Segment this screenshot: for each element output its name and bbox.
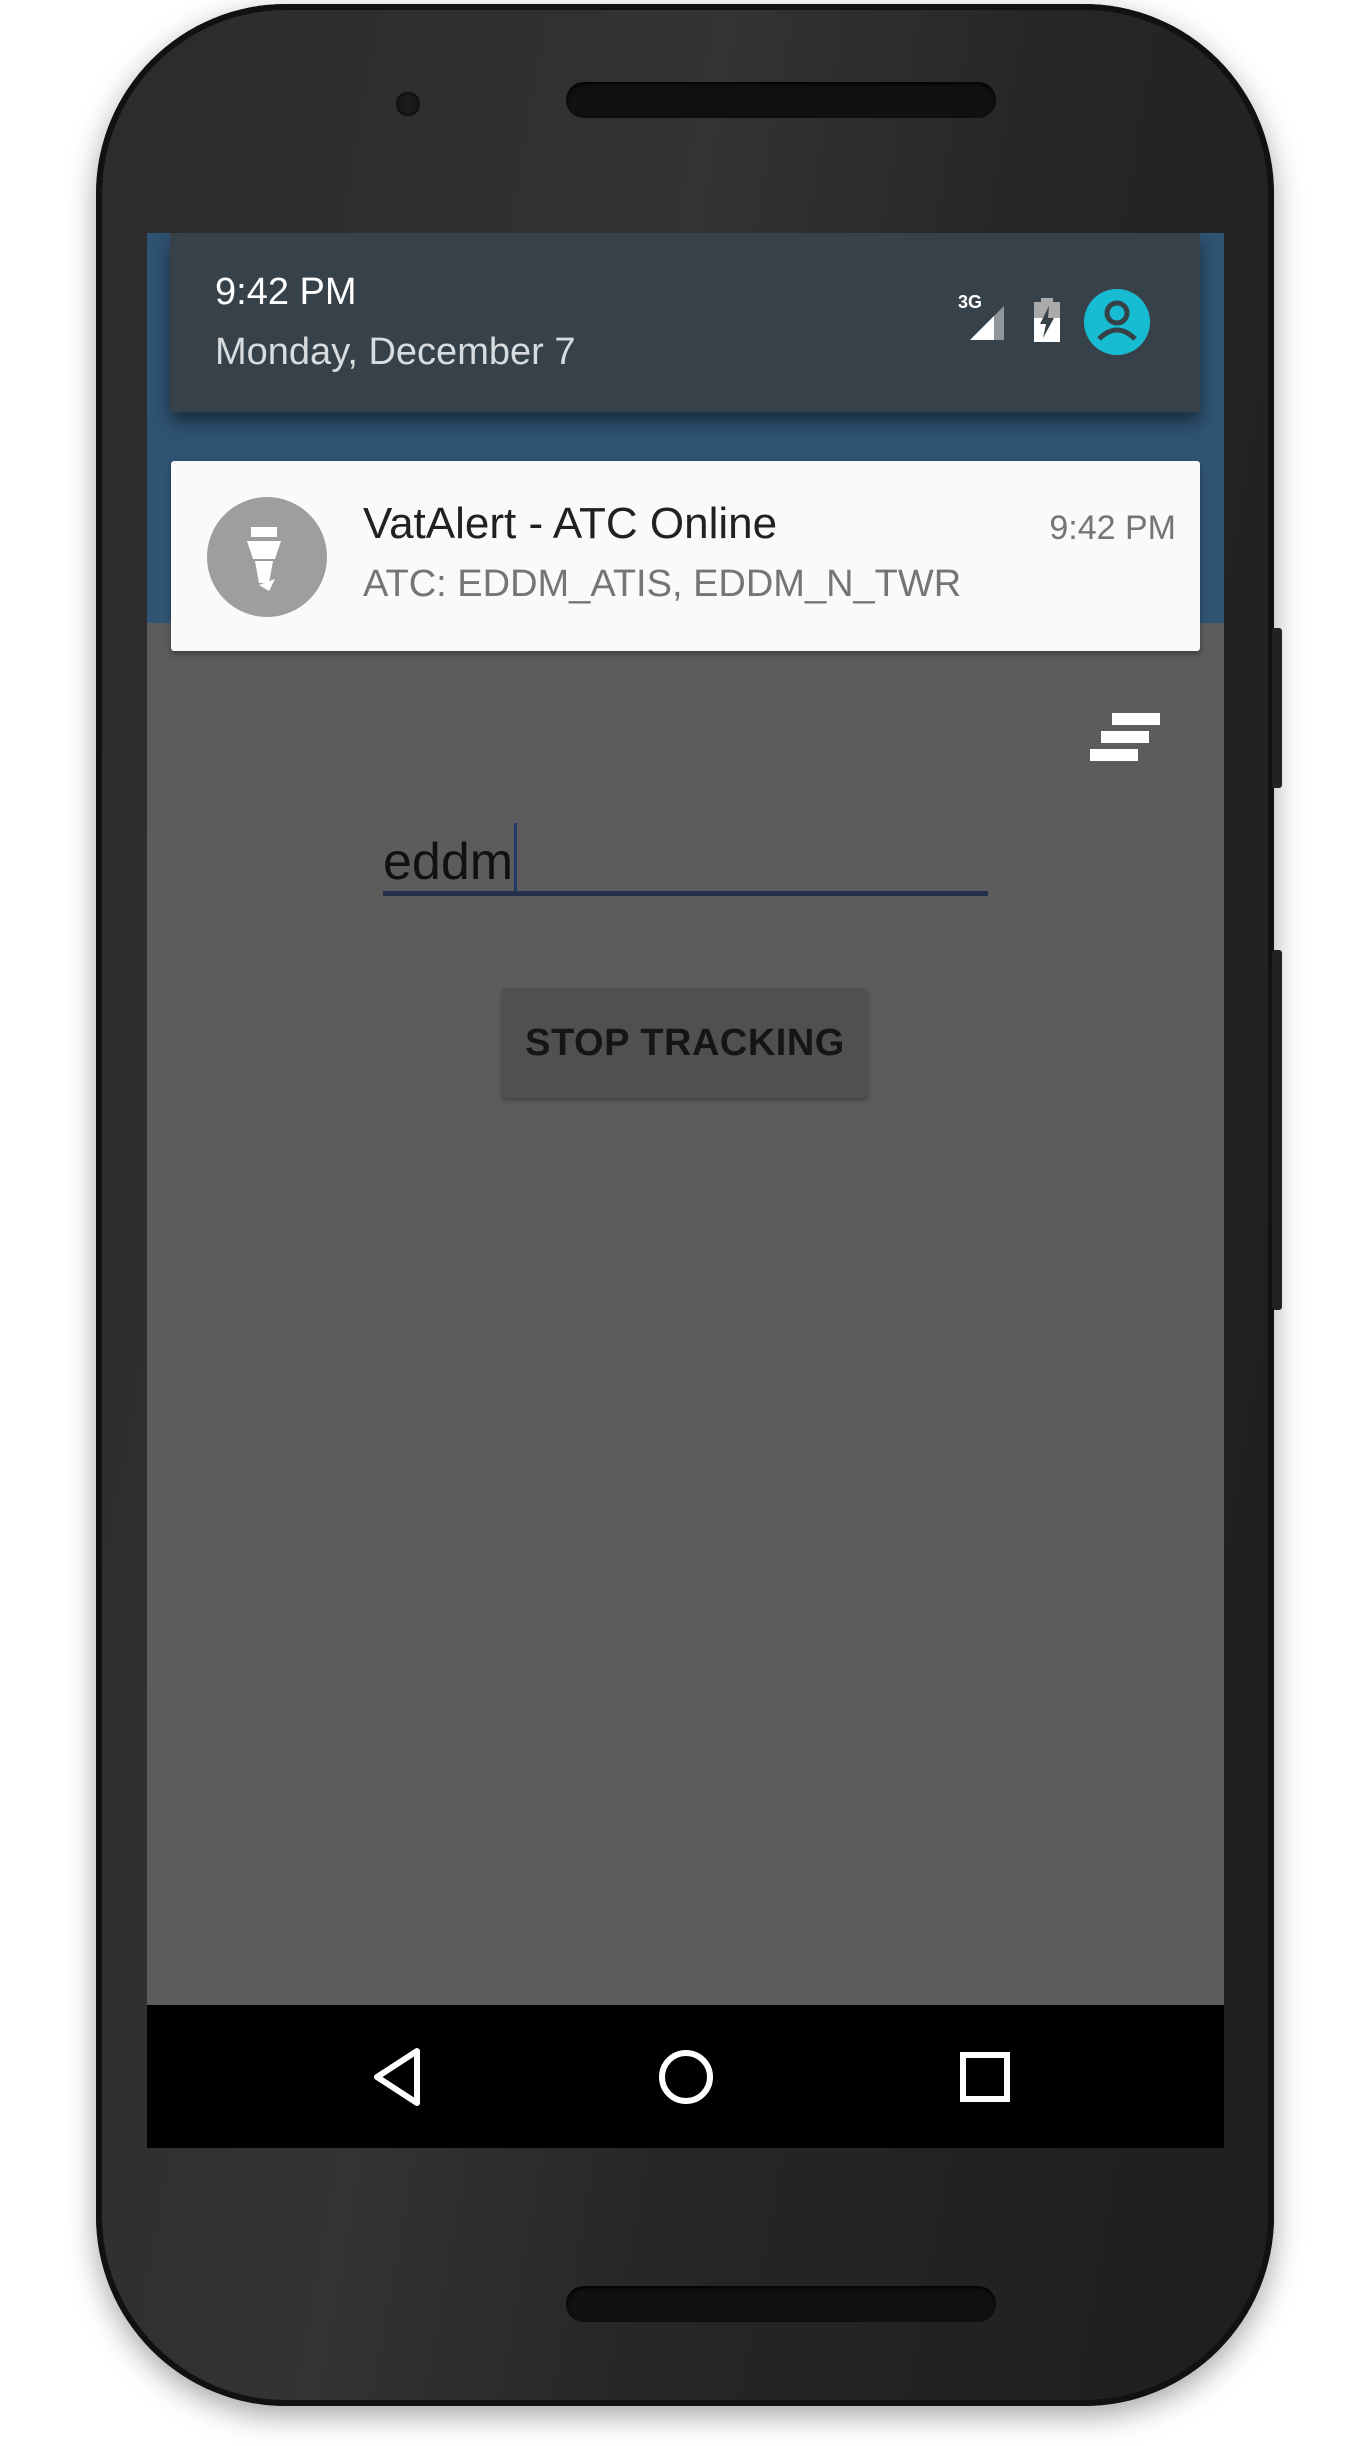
notification-shade-header: 9:42 PM Monday, December 7 3G [170,233,1200,412]
back-icon[interactable] [367,2045,431,2109]
sort-list-icon[interactable] [1090,713,1164,765]
navigation-bar [147,2005,1224,2148]
bottom-speaker [566,2286,996,2322]
notification-time: 9:42 PM [1049,509,1176,547]
notification-card[interactable]: VatAlert - ATC Online ATC: EDDM_ATIS, ED… [171,461,1200,651]
battery-charging-icon [1032,297,1062,347]
notification-text: ATC: EDDM_ATIS, EDDM_N_TWR [363,563,962,605]
volume-button [1272,950,1282,1310]
text-caret [514,823,518,895]
front-camera [396,92,420,116]
notification-title: VatAlert - ATC Online [363,499,778,548]
home-icon[interactable] [654,2045,718,2109]
user-avatar-icon[interactable] [1084,289,1150,355]
airport-input-value[interactable]: eddm [383,833,513,891]
airport-input[interactable]: eddm [383,793,988,896]
control-tower-icon [207,497,327,617]
input-underline [383,891,988,896]
screen: 9:42 PM Monday, December 7 3G VatAlert -… [147,233,1224,2148]
clock: 9:42 PM [215,271,357,313]
stop-tracking-button[interactable]: STOP TRACKING [502,988,868,1098]
power-button [1272,628,1282,788]
recents-icon[interactable] [953,2045,1017,2109]
top-speaker [566,82,996,118]
date: Monday, December 7 [215,331,576,373]
signal-3g-icon: 3G [958,292,1010,344]
